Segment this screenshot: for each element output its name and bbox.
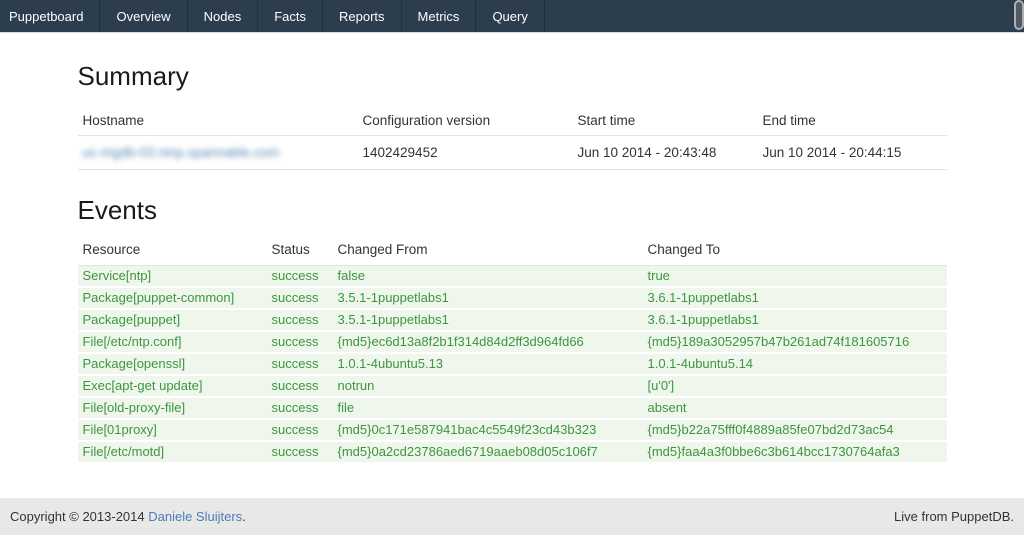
summary-table: Hostname Configuration version Start tim… xyxy=(78,106,947,170)
events-header-row: Resource Status Changed From Changed To xyxy=(78,238,947,266)
event-status: success xyxy=(267,353,333,375)
event-resource: File[/etc/motd] xyxy=(78,441,267,463)
event-to: {md5}b22a75fff0f4889a85fe07bd2d73ac54 xyxy=(643,419,947,441)
event-from: {md5}0a2cd23786aed6719aaeb08d05c106f7 xyxy=(333,441,643,463)
event-from: 1.0.1-4ubuntu5.13 xyxy=(333,353,643,375)
event-resource: Exec[apt-get update] xyxy=(78,375,267,397)
copyright-text: Copyright © 2013-2014 Daniele Sluijters. xyxy=(10,509,246,524)
event-from: false xyxy=(333,266,643,288)
table-row: File[/etc/ntp.conf] success {md5}ec6d13a… xyxy=(78,331,947,353)
event-status: success xyxy=(267,287,333,309)
nav-item-nodes[interactable]: Nodes xyxy=(188,0,259,32)
nav-item-reports[interactable]: Reports xyxy=(323,0,402,32)
events-table: Resource Status Changed From Changed To … xyxy=(78,238,947,464)
event-status: success xyxy=(267,375,333,397)
event-status: success xyxy=(267,331,333,353)
event-from: notrun xyxy=(333,375,643,397)
author-link[interactable]: Daniele Sluijters xyxy=(148,509,242,524)
nav-item-metrics[interactable]: Metrics xyxy=(402,0,477,32)
events-col-to: Changed To xyxy=(643,238,947,266)
main-content: Summary Hostname Configuration version S… xyxy=(78,60,947,464)
events-col-status: Status xyxy=(267,238,333,266)
table-row: File[old-proxy-file] success file absent xyxy=(78,397,947,419)
event-status: success xyxy=(267,419,333,441)
table-row: Package[openssl] success 1.0.1-4ubuntu5.… xyxy=(78,353,947,375)
event-to: true xyxy=(643,266,947,288)
summary-starttime-cell: Jun 10 2014 - 20:43:48 xyxy=(573,136,758,170)
event-resource: Package[openssl] xyxy=(78,353,267,375)
table-row: Package[puppet] success 3.5.1-1puppetlab… xyxy=(78,309,947,331)
event-resource: Package[puppet] xyxy=(78,309,267,331)
events-col-from: Changed From xyxy=(333,238,643,266)
event-resource: Package[puppet-common] xyxy=(78,287,267,309)
copyright-prefix: Copyright © 2013-2014 xyxy=(10,509,148,524)
event-resource: File[/etc/ntp.conf] xyxy=(78,331,267,353)
event-resource: File[01proxy] xyxy=(78,419,267,441)
event-resource: Service[ntp] xyxy=(78,266,267,288)
summary-header-row: Hostname Configuration version Start tim… xyxy=(78,106,947,136)
table-row: File[01proxy] success {md5}0c171e587941b… xyxy=(78,419,947,441)
summary-col-hostname: Hostname xyxy=(78,106,358,136)
events-col-resource: Resource xyxy=(78,238,267,266)
event-to: 1.0.1-4ubuntu5.14 xyxy=(643,353,947,375)
event-to: 3.6.1-1puppetlabs1 xyxy=(643,309,947,331)
hostname-link[interactable]: uc-mgdb-03.ninp.spannable.com xyxy=(83,145,280,160)
copyright-suffix: . xyxy=(242,509,246,524)
nav-item-overview[interactable]: Overview xyxy=(100,0,187,32)
event-status: success xyxy=(267,397,333,419)
nav-item-facts[interactable]: Facts xyxy=(258,0,323,32)
event-from: {md5}ec6d13a8f2b1f314d84d2ff3d964fd66 xyxy=(333,331,643,353)
summary-configver-cell: 1402429452 xyxy=(358,136,573,170)
event-from: file xyxy=(333,397,643,419)
summary-heading: Summary xyxy=(78,60,947,92)
summary-hostname-cell: uc-mgdb-03.ninp.spannable.com xyxy=(78,136,358,170)
summary-col-starttime: Start time xyxy=(573,106,758,136)
events-heading: Events xyxy=(78,194,947,226)
event-to: 3.6.1-1puppetlabs1 xyxy=(643,287,947,309)
summary-endtime-cell: Jun 10 2014 - 20:44:15 xyxy=(758,136,947,170)
event-to: {md5}189a3052957b47b261ad74f181605716 xyxy=(643,331,947,353)
event-to: [u'0'] xyxy=(643,375,947,397)
summary-row: uc-mgdb-03.ninp.spannable.com 1402429452… xyxy=(78,136,947,170)
navbar-brand-puppetboard[interactable]: Puppetboard xyxy=(0,0,100,32)
table-row: Service[ntp] success false true xyxy=(78,266,947,288)
scrollbar-thumb[interactable] xyxy=(1016,2,1022,28)
event-status: success xyxy=(267,266,333,288)
event-to: absent xyxy=(643,397,947,419)
table-row: Exec[apt-get update] success notrun [u'0… xyxy=(78,375,947,397)
table-row: File[/etc/motd] success {md5}0a2cd23786a… xyxy=(78,441,947,463)
top-navbar: Puppetboard Overview Nodes Facts Reports… xyxy=(0,0,1024,32)
event-status: success xyxy=(267,441,333,463)
footer: Copyright © 2013-2014 Daniele Sluijters.… xyxy=(0,498,1024,535)
nav-item-query[interactable]: Query xyxy=(476,0,544,32)
summary-col-configver: Configuration version xyxy=(358,106,573,136)
event-status: success xyxy=(267,309,333,331)
event-from: 3.5.1-1puppetlabs1 xyxy=(333,287,643,309)
event-to: {md5}faa4a3f0bbe6c3b614bcc1730764afa3 xyxy=(643,441,947,463)
puppetdb-status-text: Live from PuppetDB. xyxy=(894,509,1014,524)
table-row: Package[puppet-common] success 3.5.1-1pu… xyxy=(78,287,947,309)
summary-col-endtime: End time xyxy=(758,106,947,136)
event-resource: File[old-proxy-file] xyxy=(78,397,267,419)
event-from: {md5}0c171e587941bac4c5549f23cd43b323 xyxy=(333,419,643,441)
event-from: 3.5.1-1puppetlabs1 xyxy=(333,309,643,331)
